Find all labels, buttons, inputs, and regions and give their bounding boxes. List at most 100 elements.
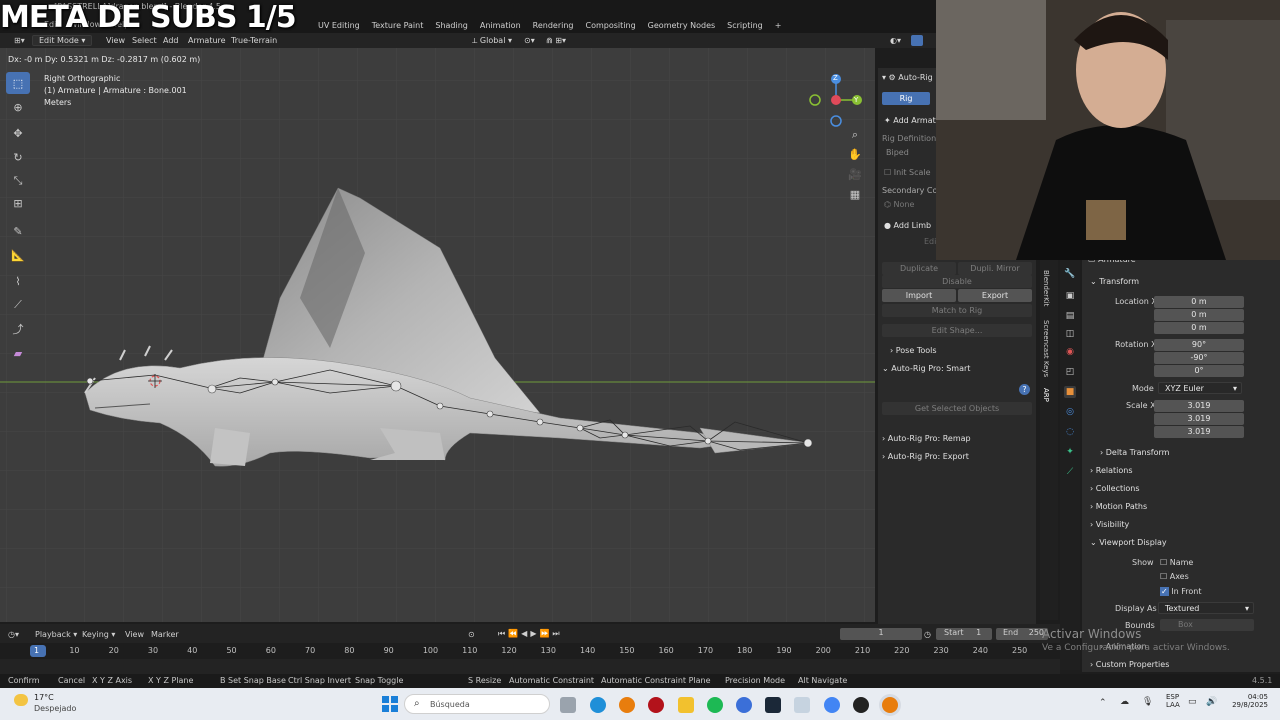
delta-transform-section[interactable]: › Delta Transform [1100, 448, 1169, 457]
envelope-icon[interactable]: ▰ [6, 342, 30, 364]
end-frame-field[interactable]: End 250 [996, 628, 1048, 640]
weather-icon[interactable] [14, 694, 28, 706]
camera-icon[interactable]: 🎥 [847, 168, 863, 184]
name-checkbox[interactable]: ☐ Name [1160, 558, 1193, 567]
view-menu[interactable]: View [125, 630, 144, 639]
playback-controls[interactable]: ⏮⏪◀▶⏩⏭ [498, 629, 563, 639]
data-tab-icon[interactable]: ✦ [1064, 446, 1076, 458]
measure-icon[interactable]: 📐 [6, 244, 30, 266]
tray-cloud-icon[interactable]: ☁ [1120, 697, 1129, 707]
axes-checkbox[interactable]: ☐ Axes [1160, 572, 1189, 581]
rotation-z-field[interactable]: 0° [1154, 365, 1244, 377]
playback-menu[interactable]: Playback ▾ [35, 630, 77, 639]
app-icon-blue[interactable] [736, 697, 752, 713]
pose-tools-section[interactable]: › Pose Tools [890, 346, 937, 355]
object-tab-icon[interactable]: ■ [1064, 386, 1076, 398]
rotate-icon[interactable]: ↻ [6, 146, 30, 168]
tool-tab-icon[interactable]: 🔧 [1064, 268, 1076, 280]
rotation-y-field[interactable]: -90° [1154, 352, 1244, 364]
overlay-icon[interactable]: ◐▾ [884, 36, 907, 45]
custom-properties-section[interactable]: › Custom Properties [1090, 660, 1169, 669]
disable-button[interactable]: Disable [882, 275, 1032, 288]
physics-tab-icon[interactable]: ◌ [1064, 426, 1076, 438]
zoom-icon[interactable]: ⌕ [847, 128, 863, 144]
volume-icon[interactable]: 🔊 [1206, 697, 1217, 707]
display-as-dropdown[interactable]: Textured ▾ [1158, 602, 1254, 614]
timeline-ruler[interactable]: 1 10 20 30 40 50 60 70 80 90 100 110 120 130 140 150 160… [0, 643, 1060, 659]
blender-icon[interactable] [619, 697, 635, 713]
cursor-icon[interactable]: ⊕ [6, 96, 30, 118]
collections-section[interactable]: › Collections [1090, 484, 1140, 493]
rotation-mode-dropdown[interactable]: XYZ Euler ▾ [1158, 382, 1242, 394]
help-icon[interactable]: ? [1019, 384, 1030, 395]
tray-chevron-icon[interactable]: ⌃ [1099, 698, 1107, 708]
obs-icon[interactable] [853, 697, 869, 713]
steam-icon[interactable] [765, 697, 781, 713]
tab-compositing[interactable]: Compositing [580, 21, 642, 30]
marker-menu[interactable]: Marker [151, 630, 179, 639]
scale-icon[interactable]: ⤡ [6, 170, 30, 192]
clock[interactable]: 04:05 29/8/2025 [1232, 693, 1268, 709]
record-icon[interactable]: ⊙ [468, 630, 475, 639]
biped-dropdown[interactable]: Biped [886, 148, 909, 157]
roll-icon[interactable]: ⌇ [6, 270, 30, 292]
3d-viewport[interactable] [0, 48, 875, 622]
taskbar-search[interactable]: ⌕ Búsqueda [404, 694, 550, 714]
timeline-editor-icon[interactable]: ◷▾ [8, 630, 19, 639]
output-tab-icon[interactable]: ▤ [1064, 310, 1076, 322]
edge-icon[interactable] [590, 697, 606, 713]
visibility-section[interactable]: › Visibility [1090, 520, 1129, 529]
snap-icon[interactable]: ⋒ ⊞▾ [540, 36, 572, 45]
rotation-x-field[interactable]: 90° [1154, 339, 1244, 351]
add-armature-button[interactable]: ✦ Add Armat [884, 116, 936, 125]
extrude-icon[interactable]: ⤴ [6, 318, 30, 340]
file-explorer-icon[interactable] [678, 697, 694, 713]
tab-screencast-keys[interactable]: Screencast Keys [1042, 320, 1050, 377]
bounds-dropdown[interactable]: Box [1160, 619, 1254, 631]
task-view-icon[interactable] [560, 697, 576, 713]
panel-header[interactable]: ▾ ⚙ Auto-Rig [882, 73, 933, 82]
menu-true-terrain[interactable]: True-Terrain [225, 36, 283, 45]
pivot-icon[interactable]: ⊙▾ [518, 36, 541, 45]
remap-section[interactable]: › Auto-Rig Pro: Remap [882, 434, 971, 443]
select-box-icon[interactable]: ⬚ [6, 72, 30, 94]
keying-menu[interactable]: Keying ▾ [82, 630, 115, 639]
init-scale-checkbox[interactable]: ☐ Init Scale [884, 168, 931, 177]
add-limb-button[interactable]: ● Add Limb [884, 221, 931, 230]
annotate-icon[interactable]: ✎ [6, 220, 30, 242]
editor-type-icon[interactable]: ⊞▾ [8, 36, 31, 45]
network-icon[interactable]: ▭ [1188, 697, 1197, 707]
modifiers-tab-icon[interactable]: ◎ [1064, 406, 1076, 418]
match-to-rig-button[interactable]: Match to Rig [882, 304, 1032, 317]
view-layer-tab-icon[interactable]: ◫ [1064, 328, 1076, 340]
tab-rendering[interactable]: Rendering [527, 21, 580, 30]
move-icon[interactable]: ✥ [6, 122, 30, 144]
transform-icon[interactable]: ⊞ [6, 192, 30, 214]
export-button[interactable]: Export [958, 289, 1032, 302]
bone-size-icon[interactable]: ⟋ [6, 294, 30, 316]
import-button[interactable]: Import [882, 289, 956, 302]
windows-start-icon[interactable] [382, 696, 398, 712]
keyboard-lang[interactable]: ESP LAA [1166, 693, 1180, 709]
location-y-field[interactable]: 0 m [1154, 309, 1244, 321]
get-selected-objects-button[interactable]: Get Selected Objects [882, 402, 1032, 415]
bone-tab-icon[interactable]: ⟋ [1064, 466, 1076, 478]
add-workspace-button[interactable]: + [769, 21, 788, 30]
export-section[interactable]: › Auto-Rig Pro: Export [882, 452, 969, 461]
tab-shading[interactable]: Shading [429, 21, 474, 30]
chrome-icon[interactable] [824, 697, 840, 713]
edit-shape-button[interactable]: Edit Shape... [882, 324, 1032, 337]
duplicate-button[interactable]: Duplicate [882, 262, 956, 275]
tab-scripting[interactable]: Scripting [721, 21, 769, 30]
world-tab-icon[interactable]: ◰ [1064, 366, 1076, 378]
dragon-front-leg[interactable] [210, 428, 250, 466]
dupli-mirror-button[interactable]: Dupli. Mirror [958, 262, 1032, 275]
tab-animation[interactable]: Animation [474, 21, 527, 30]
app-icon-grid[interactable] [794, 697, 810, 713]
in-front-checkbox[interactable]: ✓ In Front [1160, 587, 1201, 596]
current-frame-field[interactable]: 1 [840, 628, 922, 640]
rig-tab-button[interactable]: Rig [882, 92, 930, 105]
menu-add[interactable]: Add [157, 36, 185, 45]
ortho-grid-icon[interactable]: ▦ [847, 188, 863, 204]
tab-blenderkit[interactable]: BlenderKit [1042, 270, 1050, 306]
